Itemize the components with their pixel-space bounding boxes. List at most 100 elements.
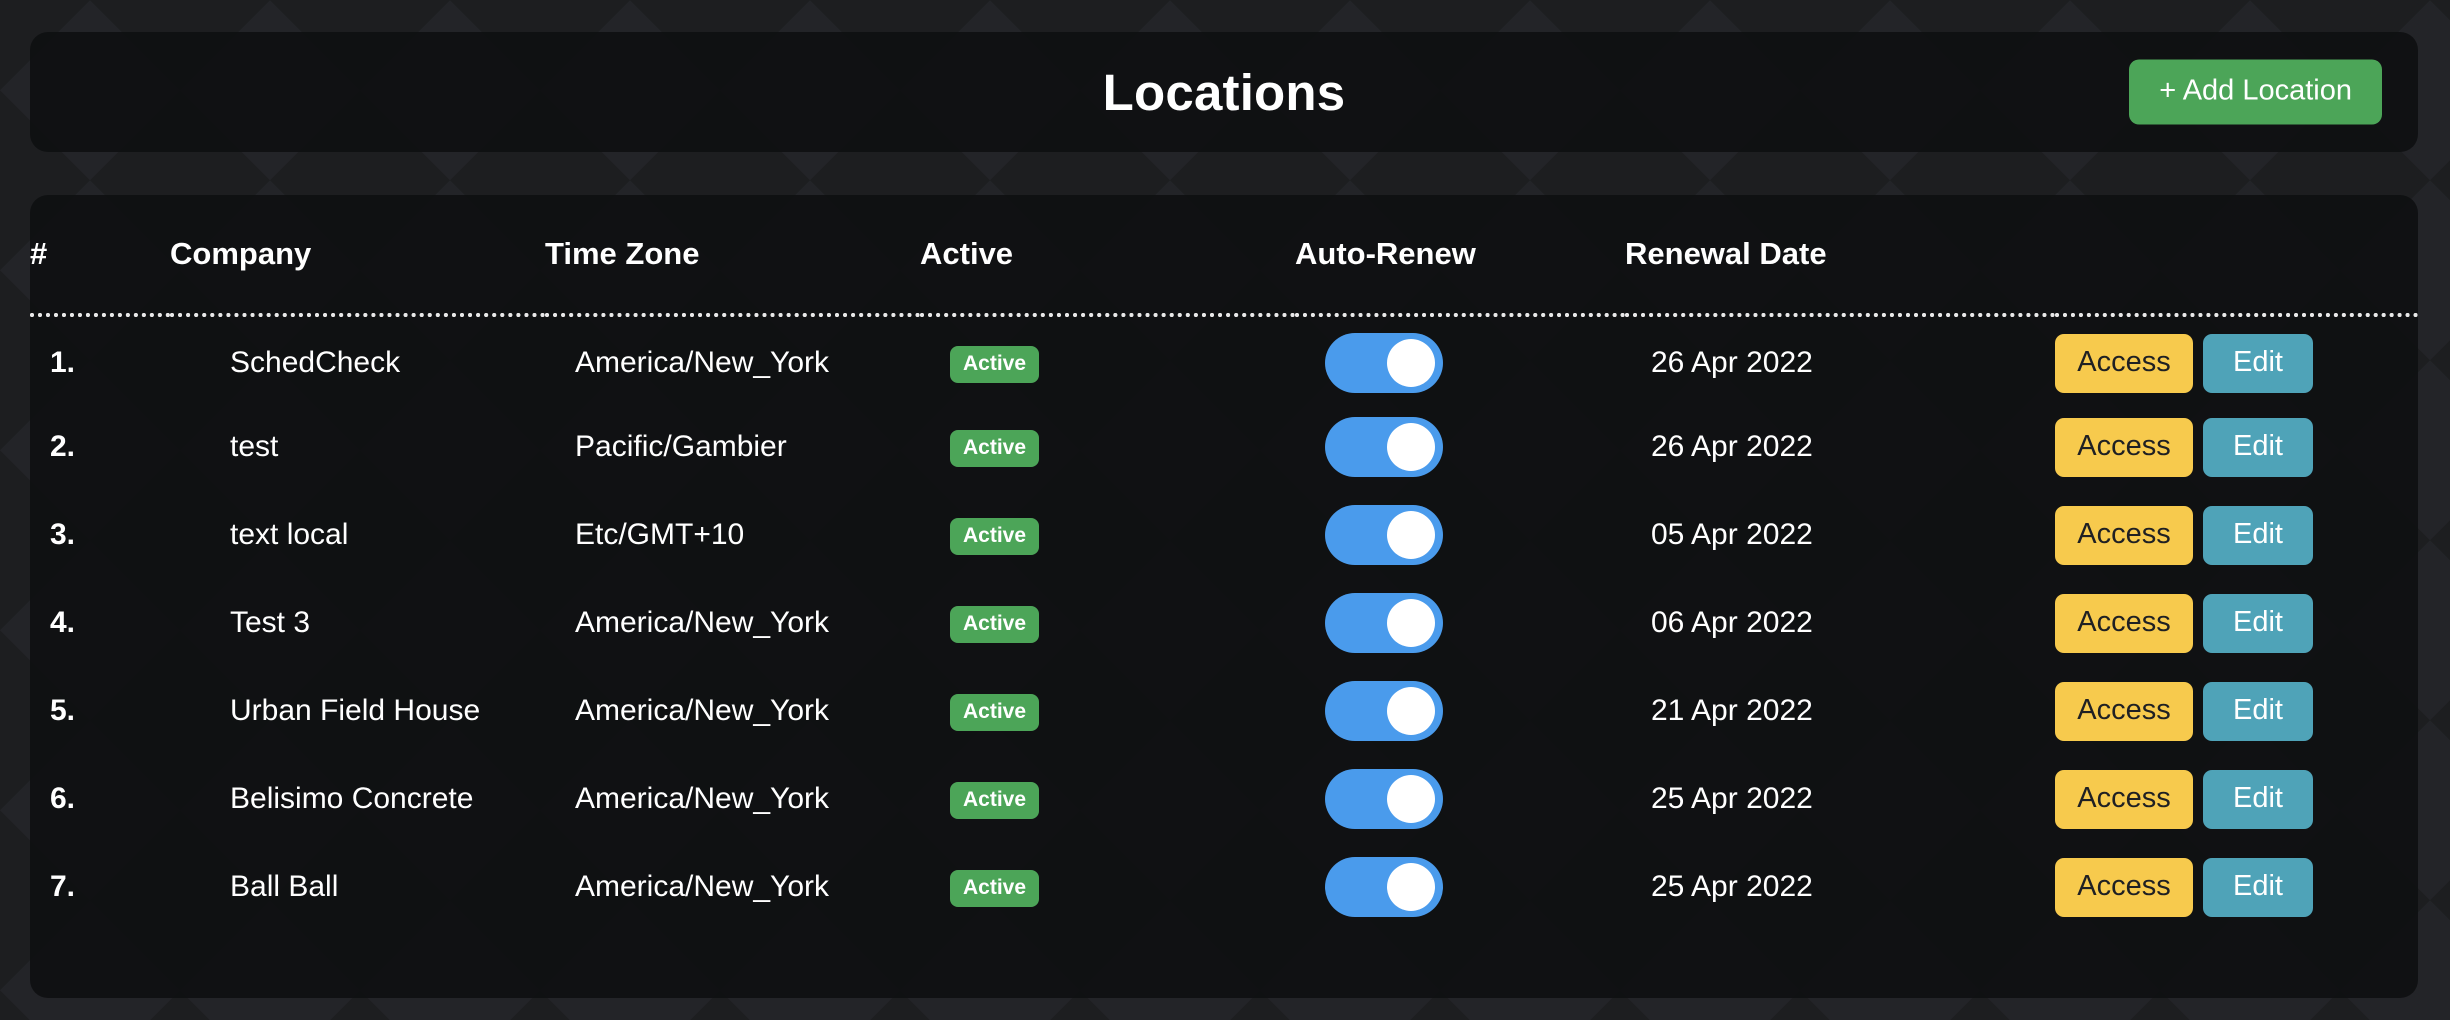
row-timezone: America/New_York <box>575 606 829 639</box>
table-body: 1. SchedCheck America/New_York Active 26 Apr… <box>30 315 2418 931</box>
row-renewal-date: 26 Apr 2022 <box>1651 346 1813 379</box>
auto-renew-toggle[interactable] <box>1325 593 1443 653</box>
access-button[interactable]: Access <box>2055 333 2193 393</box>
auto-renew-toggle[interactable] <box>1325 681 1443 741</box>
toggle-knob <box>1387 687 1435 735</box>
row-renewal-date: 06 Apr 2022 <box>1651 606 1813 639</box>
column-header-actions <box>2055 195 2418 315</box>
row-active-cell: Active <box>920 491 1295 579</box>
row-renewal-date: 21 Apr 2022 <box>1651 694 1813 727</box>
row-action-group: Access Edit <box>2055 857 2418 917</box>
access-button[interactable]: Access <box>2055 857 2193 917</box>
toggle-knob <box>1387 775 1435 823</box>
edit-button[interactable]: Edit <box>2203 333 2313 393</box>
status-badge: Active <box>950 781 1040 819</box>
row-auto-renew-cell <box>1295 315 1625 403</box>
row-auto-renew-cell <box>1295 491 1625 579</box>
row-timezone: America/New_York <box>575 782 829 815</box>
auto-renew-toggle[interactable] <box>1325 333 1443 393</box>
row-auto-renew-cell <box>1295 755 1625 843</box>
row-active-cell: Active <box>920 843 1295 931</box>
page-header-card: Locations + Add Location <box>30 32 2418 152</box>
row-renewal-date: 05 Apr 2022 <box>1651 518 1813 551</box>
column-header-renewal-date: Renewal Date <box>1625 236 1827 271</box>
toggle-knob <box>1387 599 1435 647</box>
status-badge: Active <box>950 517 1040 555</box>
row-number: 1. <box>50 346 76 379</box>
edit-button[interactable]: Edit <box>2203 769 2313 829</box>
row-company: Test 3 <box>230 606 311 639</box>
access-button[interactable]: Access <box>2055 505 2193 565</box>
row-number: 5. <box>50 694 76 727</box>
edit-button[interactable]: Edit <box>2203 681 2313 741</box>
access-button[interactable]: Access <box>2055 681 2193 741</box>
table-row: 2. test Pacific/Gambier Active 26 Apr 2022 Ac… <box>30 403 2418 491</box>
row-timezone: America/New_York <box>575 346 829 379</box>
status-badge: Active <box>950 869 1040 907</box>
edit-button[interactable]: Edit <box>2203 417 2313 477</box>
row-timezone: Etc/GMT+10 <box>575 518 745 551</box>
column-header-active: Active <box>920 236 1014 271</box>
toggle-knob <box>1387 339 1435 387</box>
column-header-number: # <box>30 236 48 271</box>
row-number: 2. <box>50 430 76 463</box>
column-header-company: Company <box>170 236 312 271</box>
table-row: 6. Belisimo Concrete America/New_York Activ… <box>30 755 2418 843</box>
status-badge: Active <box>950 429 1040 467</box>
row-company: SchedCheck <box>230 346 401 379</box>
access-button[interactable]: Access <box>2055 593 2193 653</box>
table-header: # Company Time Zone Active Auto-Renew Re… <box>30 195 2418 315</box>
row-action-group: Access Edit <box>2055 769 2418 829</box>
row-active-cell: Active <box>920 667 1295 755</box>
row-company: Urban Field House <box>230 694 481 727</box>
auto-renew-toggle[interactable] <box>1325 857 1443 917</box>
row-action-group: Access Edit <box>2055 505 2418 565</box>
row-auto-renew-cell <box>1295 843 1625 931</box>
row-actions-cell: Access Edit <box>2055 579 2418 667</box>
row-action-group: Access Edit <box>2055 417 2418 477</box>
column-header-auto-renew: Auto-Renew <box>1295 236 1476 271</box>
row-actions-cell: Access Edit <box>2055 315 2418 403</box>
row-auto-renew-cell <box>1295 579 1625 667</box>
status-badge: Active <box>950 345 1040 383</box>
row-company: text local <box>230 518 349 551</box>
row-company: test <box>230 430 279 463</box>
row-auto-renew-cell <box>1295 667 1625 755</box>
access-button[interactable]: Access <box>2055 417 2193 477</box>
table-row: 5. Urban Field House America/New_York Activ… <box>30 667 2418 755</box>
access-button[interactable]: Access <box>2055 769 2193 829</box>
row-action-group: Access Edit <box>2055 593 2418 653</box>
row-renewal-date: 26 Apr 2022 <box>1651 430 1813 463</box>
row-active-cell: Active <box>920 755 1295 843</box>
row-company: Belisimo Concrete <box>230 782 474 815</box>
toggle-knob <box>1387 511 1435 559</box>
toggle-knob <box>1387 863 1435 911</box>
auto-renew-toggle[interactable] <box>1325 769 1443 829</box>
locations-table: # Company Time Zone Active Auto-Renew Re… <box>30 195 2418 931</box>
row-actions-cell: Access Edit <box>2055 667 2418 755</box>
table-row: 7. Ball Ball America/New_York Active 25 Apr … <box>30 843 2418 931</box>
table-row: 3. text local Etc/GMT+10 Active 05 Apr 2022 A… <box>30 491 2418 579</box>
row-timezone: Pacific/Gambier <box>575 430 787 463</box>
row-number: 6. <box>50 782 76 815</box>
row-actions-cell: Access Edit <box>2055 755 2418 843</box>
edit-button[interactable]: Edit <box>2203 857 2313 917</box>
toggle-knob <box>1387 423 1435 471</box>
page-title: Locations <box>1102 63 1346 121</box>
row-active-cell: Active <box>920 403 1295 491</box>
add-location-button[interactable]: + Add Location <box>2129 59 2382 125</box>
row-actions-cell: Access Edit <box>2055 491 2418 579</box>
table-row: 1. SchedCheck America/New_York Active 26 Apr… <box>30 315 2418 403</box>
row-actions-cell: Access Edit <box>2055 843 2418 931</box>
table-row: 4. Test 3 America/New_York Active 06 Apr 202… <box>30 579 2418 667</box>
edit-button[interactable]: Edit <box>2203 505 2313 565</box>
auto-renew-toggle[interactable] <box>1325 505 1443 565</box>
row-renewal-date: 25 Apr 2022 <box>1651 870 1813 903</box>
row-company: Ball Ball <box>230 870 339 903</box>
row-timezone: America/New_York <box>575 694 829 727</box>
edit-button[interactable]: Edit <box>2203 593 2313 653</box>
auto-renew-toggle[interactable] <box>1325 417 1443 477</box>
row-number: 7. <box>50 870 76 903</box>
row-active-cell: Active <box>920 315 1295 403</box>
column-header-timezone: Time Zone <box>545 236 700 271</box>
